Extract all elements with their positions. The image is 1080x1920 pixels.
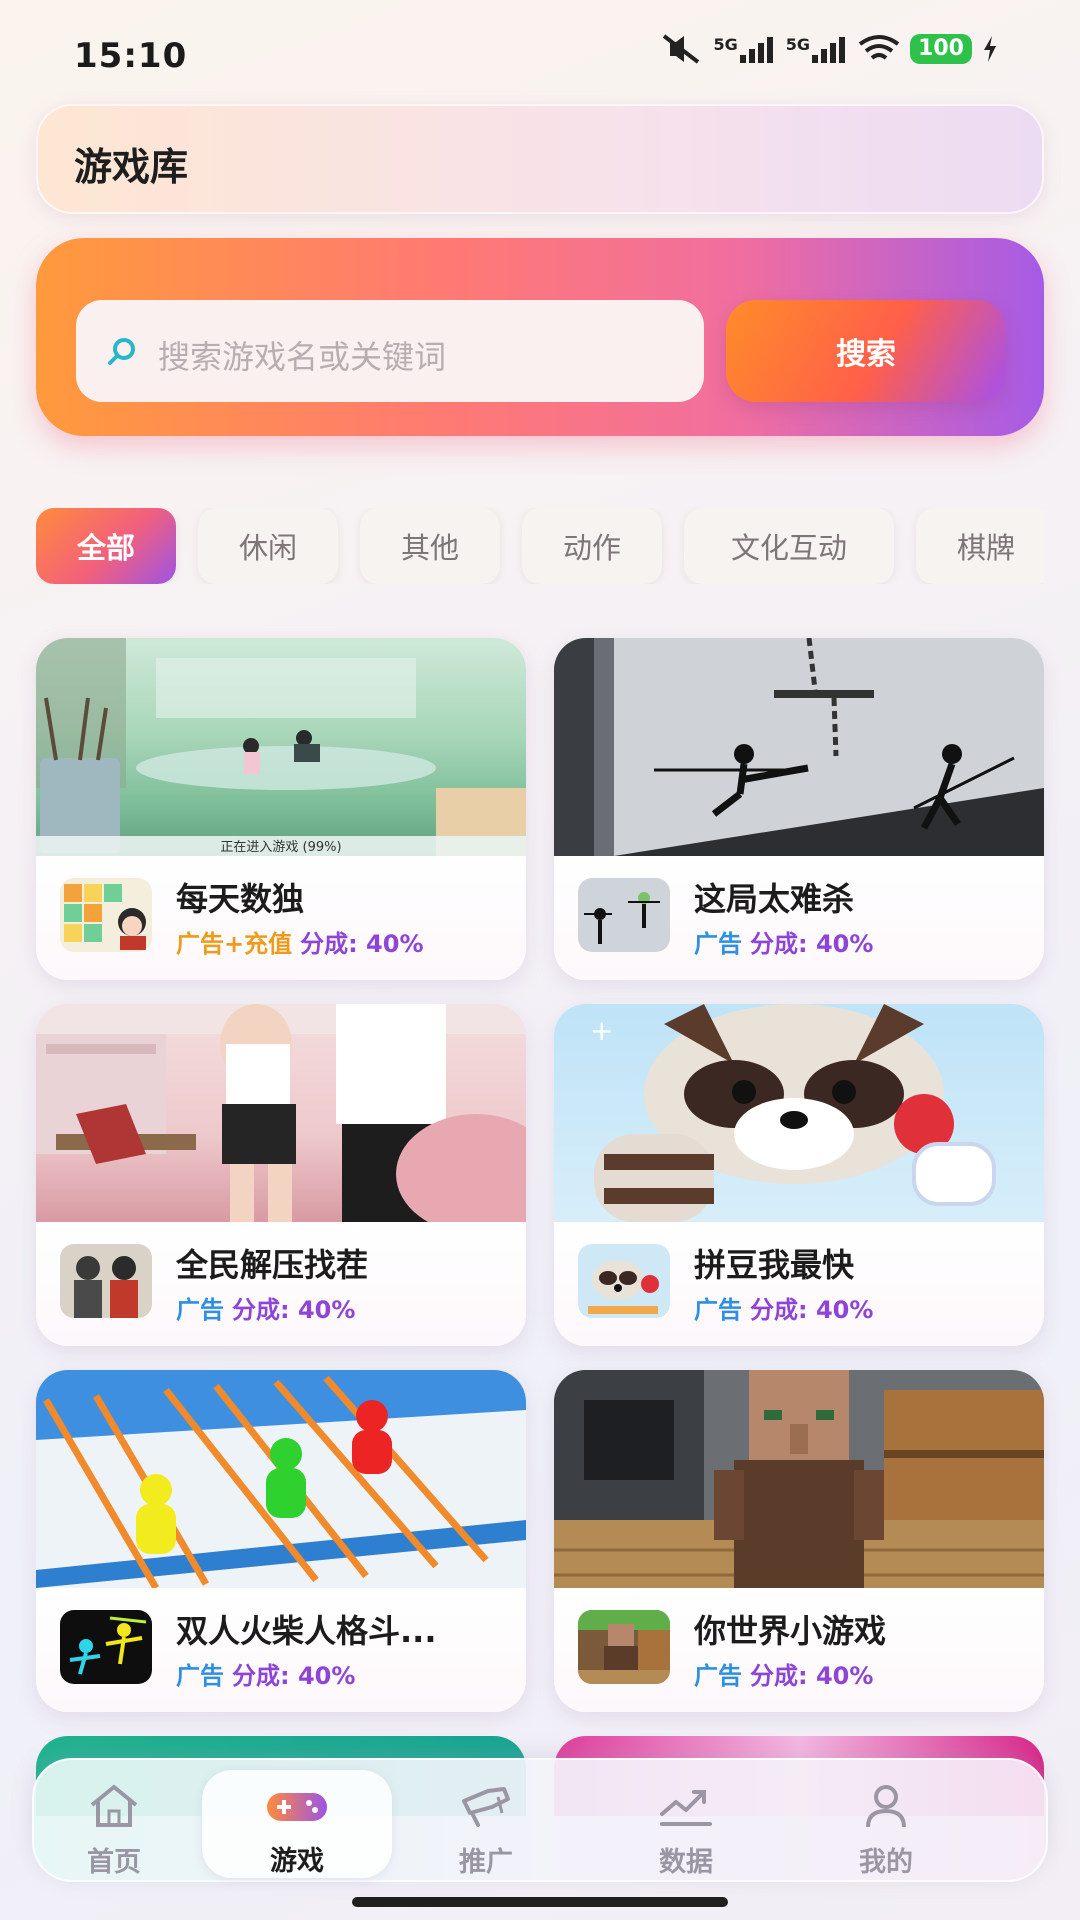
monetization-tag: 广告 — [694, 1662, 742, 1690]
trend-chart-icon — [660, 1790, 712, 1826]
nav-home-label: 首页 — [87, 1847, 141, 1878]
game-name: 每天数独 — [176, 880, 305, 918]
svg-text:+: + — [590, 1014, 613, 1047]
nav-me[interactable]: 我的 — [791, 1760, 981, 1884]
nav-home[interactable]: 首页 — [19, 1760, 209, 1884]
nav-me-label: 我的 — [859, 1847, 913, 1878]
status-icons: 5G 5G 100 — [660, 34, 998, 64]
game-banner-image — [36, 1370, 526, 1588]
game-tags: 广告 分成: 40% — [694, 1656, 873, 1691]
header-card: 游戏库 — [36, 104, 1044, 214]
game-name: 双人火柴人格斗... — [176, 1612, 437, 1650]
nav-data[interactable]: 数据 — [591, 1760, 781, 1884]
monetization-tag: 广告 — [694, 1296, 742, 1324]
nav-games-label: 游戏 — [270, 1846, 324, 1877]
search-input[interactable]: 搜索游戏名或关键词 — [76, 300, 704, 402]
signal-label: 5G — [713, 35, 738, 54]
game-banner-image — [554, 1370, 1044, 1588]
user-icon — [866, 1785, 906, 1828]
search-button[interactable]: 搜索 — [726, 300, 1006, 402]
home-indicator — [352, 1897, 728, 1907]
game-app-icon — [578, 878, 670, 952]
status-bar: 15:10 5G 5G 100 — [0, 0, 1080, 100]
category-tab-all[interactable]: 全部 — [36, 508, 176, 584]
game-app-icon — [578, 1244, 670, 1318]
charging-icon — [984, 36, 996, 62]
monetization-tag: 广告 — [694, 930, 742, 958]
search-banner: 搜索游戏名或关键词 搜索 — [36, 238, 1044, 436]
game-info: 拼豆我最快 广告 分成: 40% — [554, 1222, 1044, 1346]
revenue-share: 分成: 40% — [232, 1296, 356, 1324]
category-tabs: 全部 休闲 其他 动作 文化互动 棋牌 — [36, 508, 1044, 584]
game-info: 每天数独 广告+充值 分成: 40% — [36, 856, 526, 980]
bottom-nav: 首页 游戏 推广 数据 我的 — [32, 1758, 1048, 1882]
revenue-share: 分成: 40% — [750, 1662, 874, 1690]
game-banner-image: 正在进入游戏 (99%) — [36, 638, 526, 856]
revenue-share: 分成: 40% — [232, 1662, 356, 1690]
status-time: 15:10 — [74, 36, 188, 76]
game-app-icon — [60, 1244, 152, 1318]
megaphone-icon — [462, 1787, 510, 1827]
game-tags: 广告 分成: 40% — [176, 1290, 355, 1325]
signal-label: 5G — [785, 35, 811, 54]
game-app-icon — [60, 1610, 152, 1684]
page-title: 游戏库 — [74, 145, 189, 189]
game-tags: 广告+充值 分成: 40% — [176, 924, 424, 959]
loading-caption: 正在进入游戏 (99%) — [220, 840, 341, 855]
category-tab-action[interactable]: 动作 — [522, 508, 662, 584]
game-info: 这局太难杀 广告 分成: 40% — [554, 856, 1044, 980]
game-banner-image — [554, 638, 1044, 856]
game-banner-image — [36, 1004, 526, 1222]
revenue-share: 分成: 40% — [300, 930, 424, 958]
game-tags: 广告 分成: 40% — [694, 1290, 873, 1325]
signal-icon — [812, 37, 846, 63]
signal-icon — [739, 37, 773, 63]
monetization-tag: 广告+充值 — [176, 930, 293, 958]
game-tags: 广告 分成: 40% — [694, 924, 873, 959]
category-tab-casual[interactable]: 休闲 — [198, 508, 338, 584]
home-icon — [90, 1785, 138, 1827]
nav-games[interactable]: 游戏 — [202, 1770, 392, 1878]
game-info: 全民解压找茬 广告 分成: 40% — [36, 1222, 526, 1346]
game-card[interactable]: 全民解压找茬 广告 分成: 40% — [36, 1004, 526, 1346]
game-card[interactable]: 双人火柴人格斗... 广告 分成: 40% — [36, 1370, 526, 1712]
monetization-tag: 广告 — [176, 1662, 224, 1690]
game-card[interactable]: 你世界小游戏 广告 分成: 40% — [554, 1370, 1044, 1712]
game-name: 你世界小游戏 — [694, 1612, 887, 1650]
game-tags: 广告 分成: 40% — [176, 1656, 355, 1691]
game-name: 这局太难杀 — [694, 880, 855, 918]
mute-icon — [662, 34, 699, 64]
game-info: 双人火柴人格斗... 广告 分成: 40% — [36, 1588, 526, 1712]
category-tab-other[interactable]: 其他 — [360, 508, 500, 584]
game-banner-image: + — [554, 1004, 1044, 1222]
game-card[interactable]: + 拼豆我最快 广告 分成: 40% — [554, 1004, 1044, 1346]
game-card[interactable]: 这局太难杀 广告 分成: 40% — [554, 638, 1044, 980]
battery-icon: 100 — [910, 34, 972, 64]
game-name: 全民解压找茬 — [176, 1246, 369, 1284]
nav-promote-label: 推广 — [459, 1847, 513, 1878]
category-tab-culture[interactable]: 文化互动 — [684, 508, 894, 584]
nav-data-label: 数据 — [659, 1847, 713, 1878]
game-card[interactable]: 正在进入游戏 (99%) 每天数独 广告+充值 分成: 40% — [36, 638, 526, 980]
game-app-icon — [60, 878, 152, 952]
search-placeholder: 搜索游戏名或关键词 — [158, 338, 447, 376]
game-name: 拼豆我最快 — [694, 1246, 855, 1284]
game-app-icon — [578, 1610, 670, 1684]
search-icon — [108, 338, 135, 365]
game-info: 你世界小游戏 广告 分成: 40% — [554, 1588, 1044, 1712]
category-tab-board[interactable]: 棋牌 — [916, 508, 1044, 584]
gamepad-icon — [267, 1792, 327, 1821]
nav-promote[interactable]: 推广 — [391, 1760, 581, 1884]
wifi-icon — [858, 35, 900, 60]
monetization-tag: 广告 — [176, 1296, 224, 1324]
revenue-share: 分成: 40% — [750, 1296, 874, 1324]
revenue-share: 分成: 40% — [750, 930, 874, 958]
